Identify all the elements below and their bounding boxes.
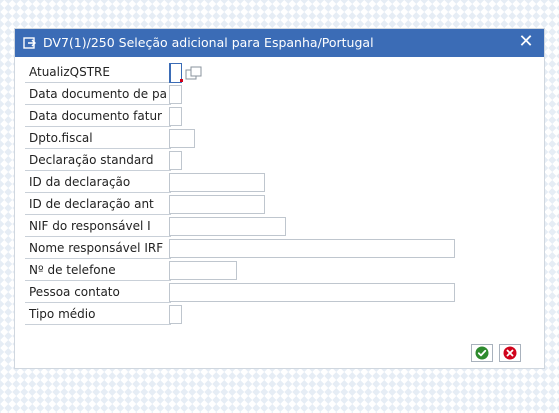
dialog-titlebar: DV7(1)/250 Seleção adicional para Espanh… bbox=[15, 29, 544, 57]
field-label: Data documento de pa bbox=[25, 85, 171, 105]
data-documento-pa-checkbox[interactable] bbox=[169, 85, 182, 104]
dpto-fiscal-field[interactable] bbox=[169, 129, 195, 148]
tipo-medio-checkbox[interactable] bbox=[169, 305, 182, 324]
focus-marker bbox=[180, 79, 183, 82]
field-label: ID de declaração ant bbox=[25, 195, 171, 215]
close-button[interactable]: ✕ bbox=[518, 33, 534, 51]
pessoa-contato-field[interactable] bbox=[169, 283, 455, 302]
field-label: Tipo médio bbox=[25, 305, 171, 325]
dialog-window-icon bbox=[23, 37, 36, 49]
telefone-field[interactable] bbox=[169, 261, 237, 280]
declaracao-standard-checkbox[interactable] bbox=[169, 151, 182, 170]
cancel-icon bbox=[503, 346, 517, 360]
field-label: Nome responsável IRF bbox=[25, 239, 171, 259]
confirm-button[interactable] bbox=[471, 344, 493, 362]
selection-dialog: DV7(1)/250 Seleção adicional para Espanh… bbox=[14, 28, 545, 369]
field-label: Data documento fatur bbox=[25, 107, 171, 127]
field-label: NIF do responsável I bbox=[25, 217, 171, 237]
id-declaracao-field[interactable] bbox=[169, 173, 265, 192]
cancel-button[interactable] bbox=[499, 344, 521, 362]
field-label: Dpto.fiscal bbox=[25, 129, 171, 149]
multiple-selection-icon[interactable] bbox=[185, 66, 203, 80]
field-label: ID da declaração bbox=[25, 173, 171, 193]
field-label: AtualizQSTRE bbox=[25, 63, 171, 83]
field-label: Pessoa contato bbox=[25, 283, 171, 303]
field-label: Nº de telefone bbox=[25, 261, 171, 281]
id-declaracao-ant-field[interactable] bbox=[169, 195, 265, 214]
nome-responsavel-field[interactable] bbox=[169, 239, 455, 258]
data-documento-fatur-checkbox[interactable] bbox=[169, 107, 182, 126]
check-icon bbox=[475, 346, 489, 360]
dialog-title: DV7(1)/250 Seleção adicional para Espanh… bbox=[43, 35, 374, 50]
nif-responsavel-field[interactable] bbox=[169, 217, 286, 236]
field-label: Declaração standard bbox=[25, 151, 171, 171]
